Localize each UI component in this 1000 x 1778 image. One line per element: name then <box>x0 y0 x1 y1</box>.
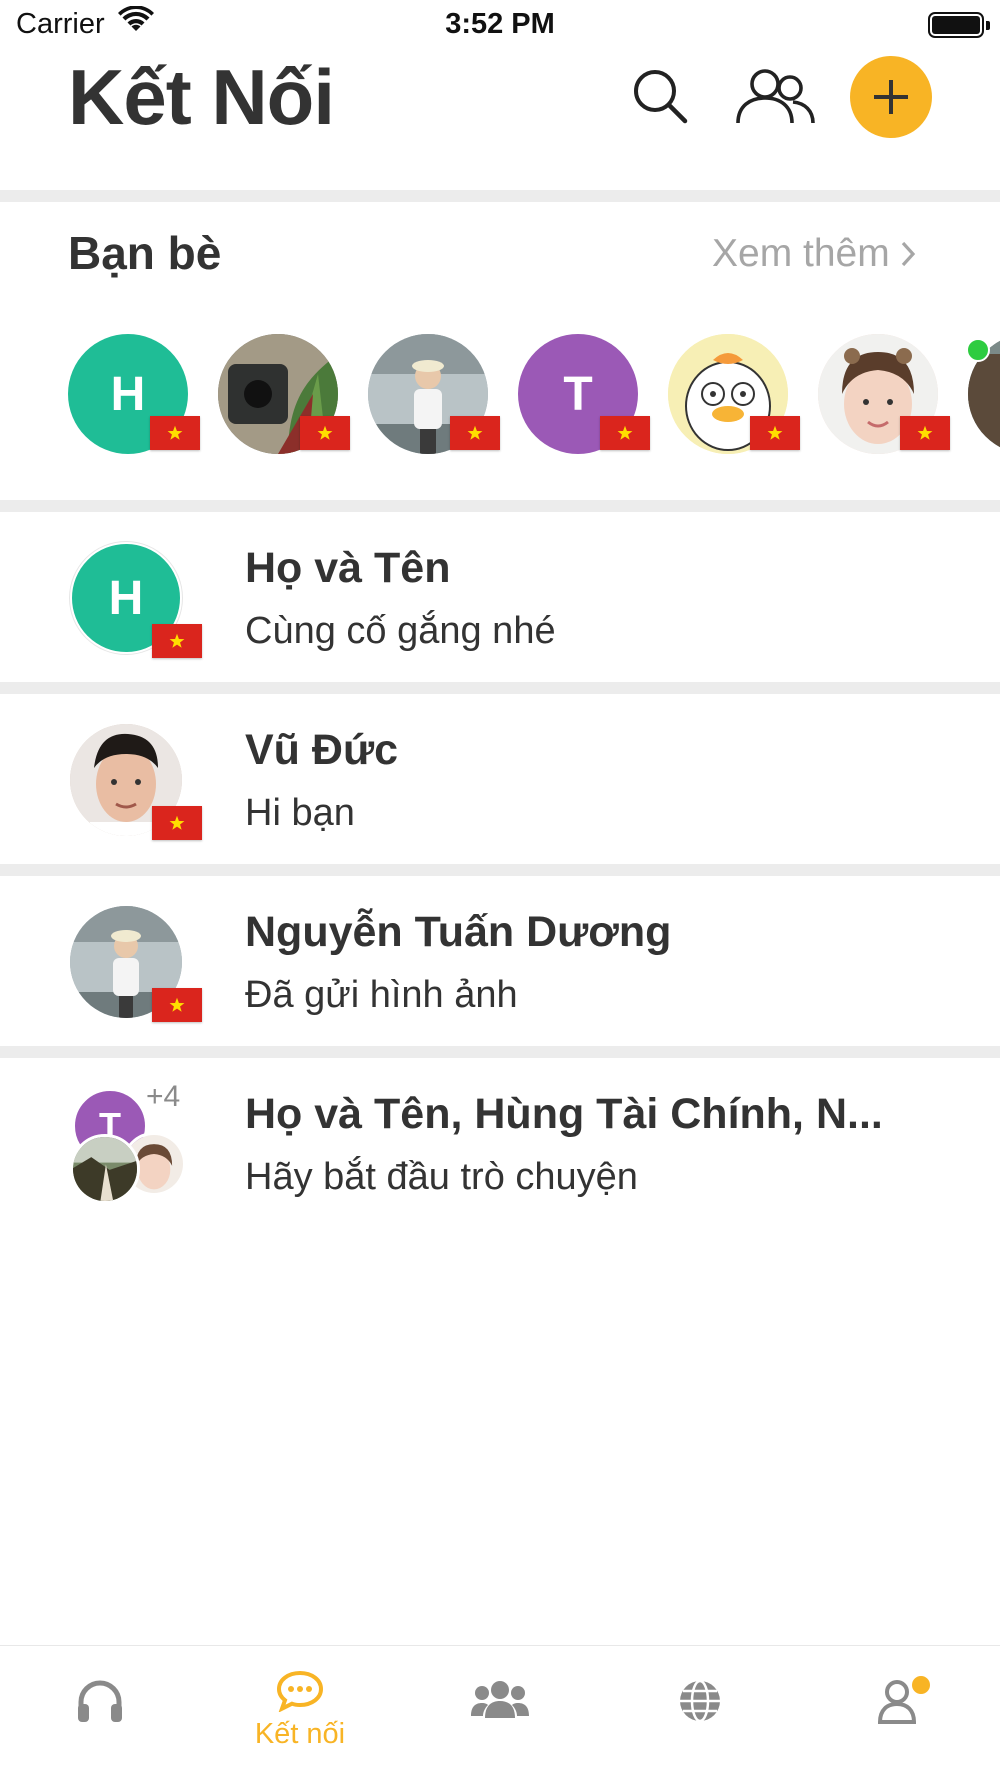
battery-icon <box>928 12 990 38</box>
plus-icon <box>874 80 908 114</box>
divider <box>0 682 1000 694</box>
vietnam-flag-icon <box>450 416 500 450</box>
conversation-name: Họ và Tên <box>245 544 451 592</box>
conversation-item[interactable]: Vũ Đức Hi bạn <box>0 694 1000 864</box>
vietnam-flag-icon <box>152 624 202 658</box>
friend-avatar[interactable] <box>668 334 800 456</box>
chevron-right-icon <box>901 241 915 267</box>
divider <box>0 864 1000 876</box>
conversation-item[interactable]: Nguyễn Tuấn Dương Đã gửi hình ảnh <box>0 876 1000 1046</box>
bottom-tab-bar: Kết nối <box>0 1645 1000 1778</box>
friends-carousel[interactable]: H T <box>0 330 1000 460</box>
vietnam-flag-icon <box>900 416 950 450</box>
conversation-name: Họ và Tên, Hùng Tài Chính, N... <box>245 1090 883 1138</box>
vietnam-flag-icon <box>300 416 350 450</box>
tab-voice[interactable] <box>0 1646 200 1778</box>
add-button[interactable] <box>850 56 932 138</box>
vietnam-flag-icon <box>152 806 202 840</box>
search-button[interactable] <box>618 54 702 138</box>
vietnam-flag-icon <box>750 416 800 450</box>
chat-bubble-icon <box>276 1670 324 1712</box>
clock: 3:52 PM <box>445 8 555 40</box>
tab-profile[interactable] <box>800 1646 1000 1778</box>
tab-groups[interactable] <box>400 1646 600 1778</box>
globe-icon <box>680 1679 720 1723</box>
notification-dot <box>910 1674 932 1696</box>
friend-avatar[interactable] <box>818 334 950 456</box>
divider <box>0 500 1000 512</box>
headphones-icon <box>78 1680 122 1722</box>
tab-explore[interactable] <box>600 1646 800 1778</box>
friend-avatar[interactable] <box>966 334 1000 456</box>
conversation-avatar: H <box>70 542 202 658</box>
conversation-last-message: Cùng cố gắng nhé <box>245 610 556 652</box>
vietnam-flag-icon <box>152 988 202 1022</box>
group-conversation-item[interactable]: T +4 Họ và Tên, Hùng Tài Chính, N... Hãy… <box>0 1058 1000 1228</box>
online-status-dot <box>966 338 990 362</box>
conversation-avatar <box>70 724 202 840</box>
friend-avatar[interactable]: T <box>518 334 650 456</box>
conversation-avatar <box>70 906 202 1022</box>
conversation-name: Vũ Đức <box>245 726 398 774</box>
contacts-button[interactable] <box>728 54 822 138</box>
friend-avatar[interactable] <box>368 334 500 456</box>
divider <box>0 1046 1000 1058</box>
friend-avatar[interactable]: H <box>68 334 200 456</box>
search-icon <box>634 70 688 124</box>
divider <box>0 190 1000 202</box>
conversation-name: Nguyễn Tuấn Dương <box>245 908 672 956</box>
group-extra-count: +4 <box>146 1080 181 1113</box>
users-icon <box>736 69 815 124</box>
status-bar: Carrier 3:52 PM <box>0 0 1000 52</box>
tab-connect-label: Kết nối <box>254 1718 346 1750</box>
conversation-last-message: Hãy bắt đầu trò chuyện <box>245 1156 638 1198</box>
conversation-last-message: Hi bạn <box>245 792 355 834</box>
group-icon <box>471 1681 529 1718</box>
page-title: Kết Nối <box>68 53 335 141</box>
tab-connect[interactable]: Kết nối <box>200 1646 400 1778</box>
see-more-link[interactable]: Xem thêm <box>712 232 916 276</box>
conversation-item[interactable]: H Họ và Tên Cùng cố gắng nhé <box>0 512 1000 682</box>
vietnam-flag-icon <box>600 416 650 450</box>
friend-avatar[interactable] <box>218 334 350 456</box>
screen: Carrier 3:52 PM Kết Nối Bạn bè Xem thêm … <box>0 0 1000 1778</box>
see-more-label: Xem thêm <box>712 232 890 275</box>
friends-section-title: Bạn bè <box>68 227 222 279</box>
group-member-avatar-photo <box>70 1134 140 1204</box>
conversation-last-message: Đã gửi hình ảnh <box>245 974 518 1016</box>
vietnam-flag-icon <box>150 416 200 450</box>
